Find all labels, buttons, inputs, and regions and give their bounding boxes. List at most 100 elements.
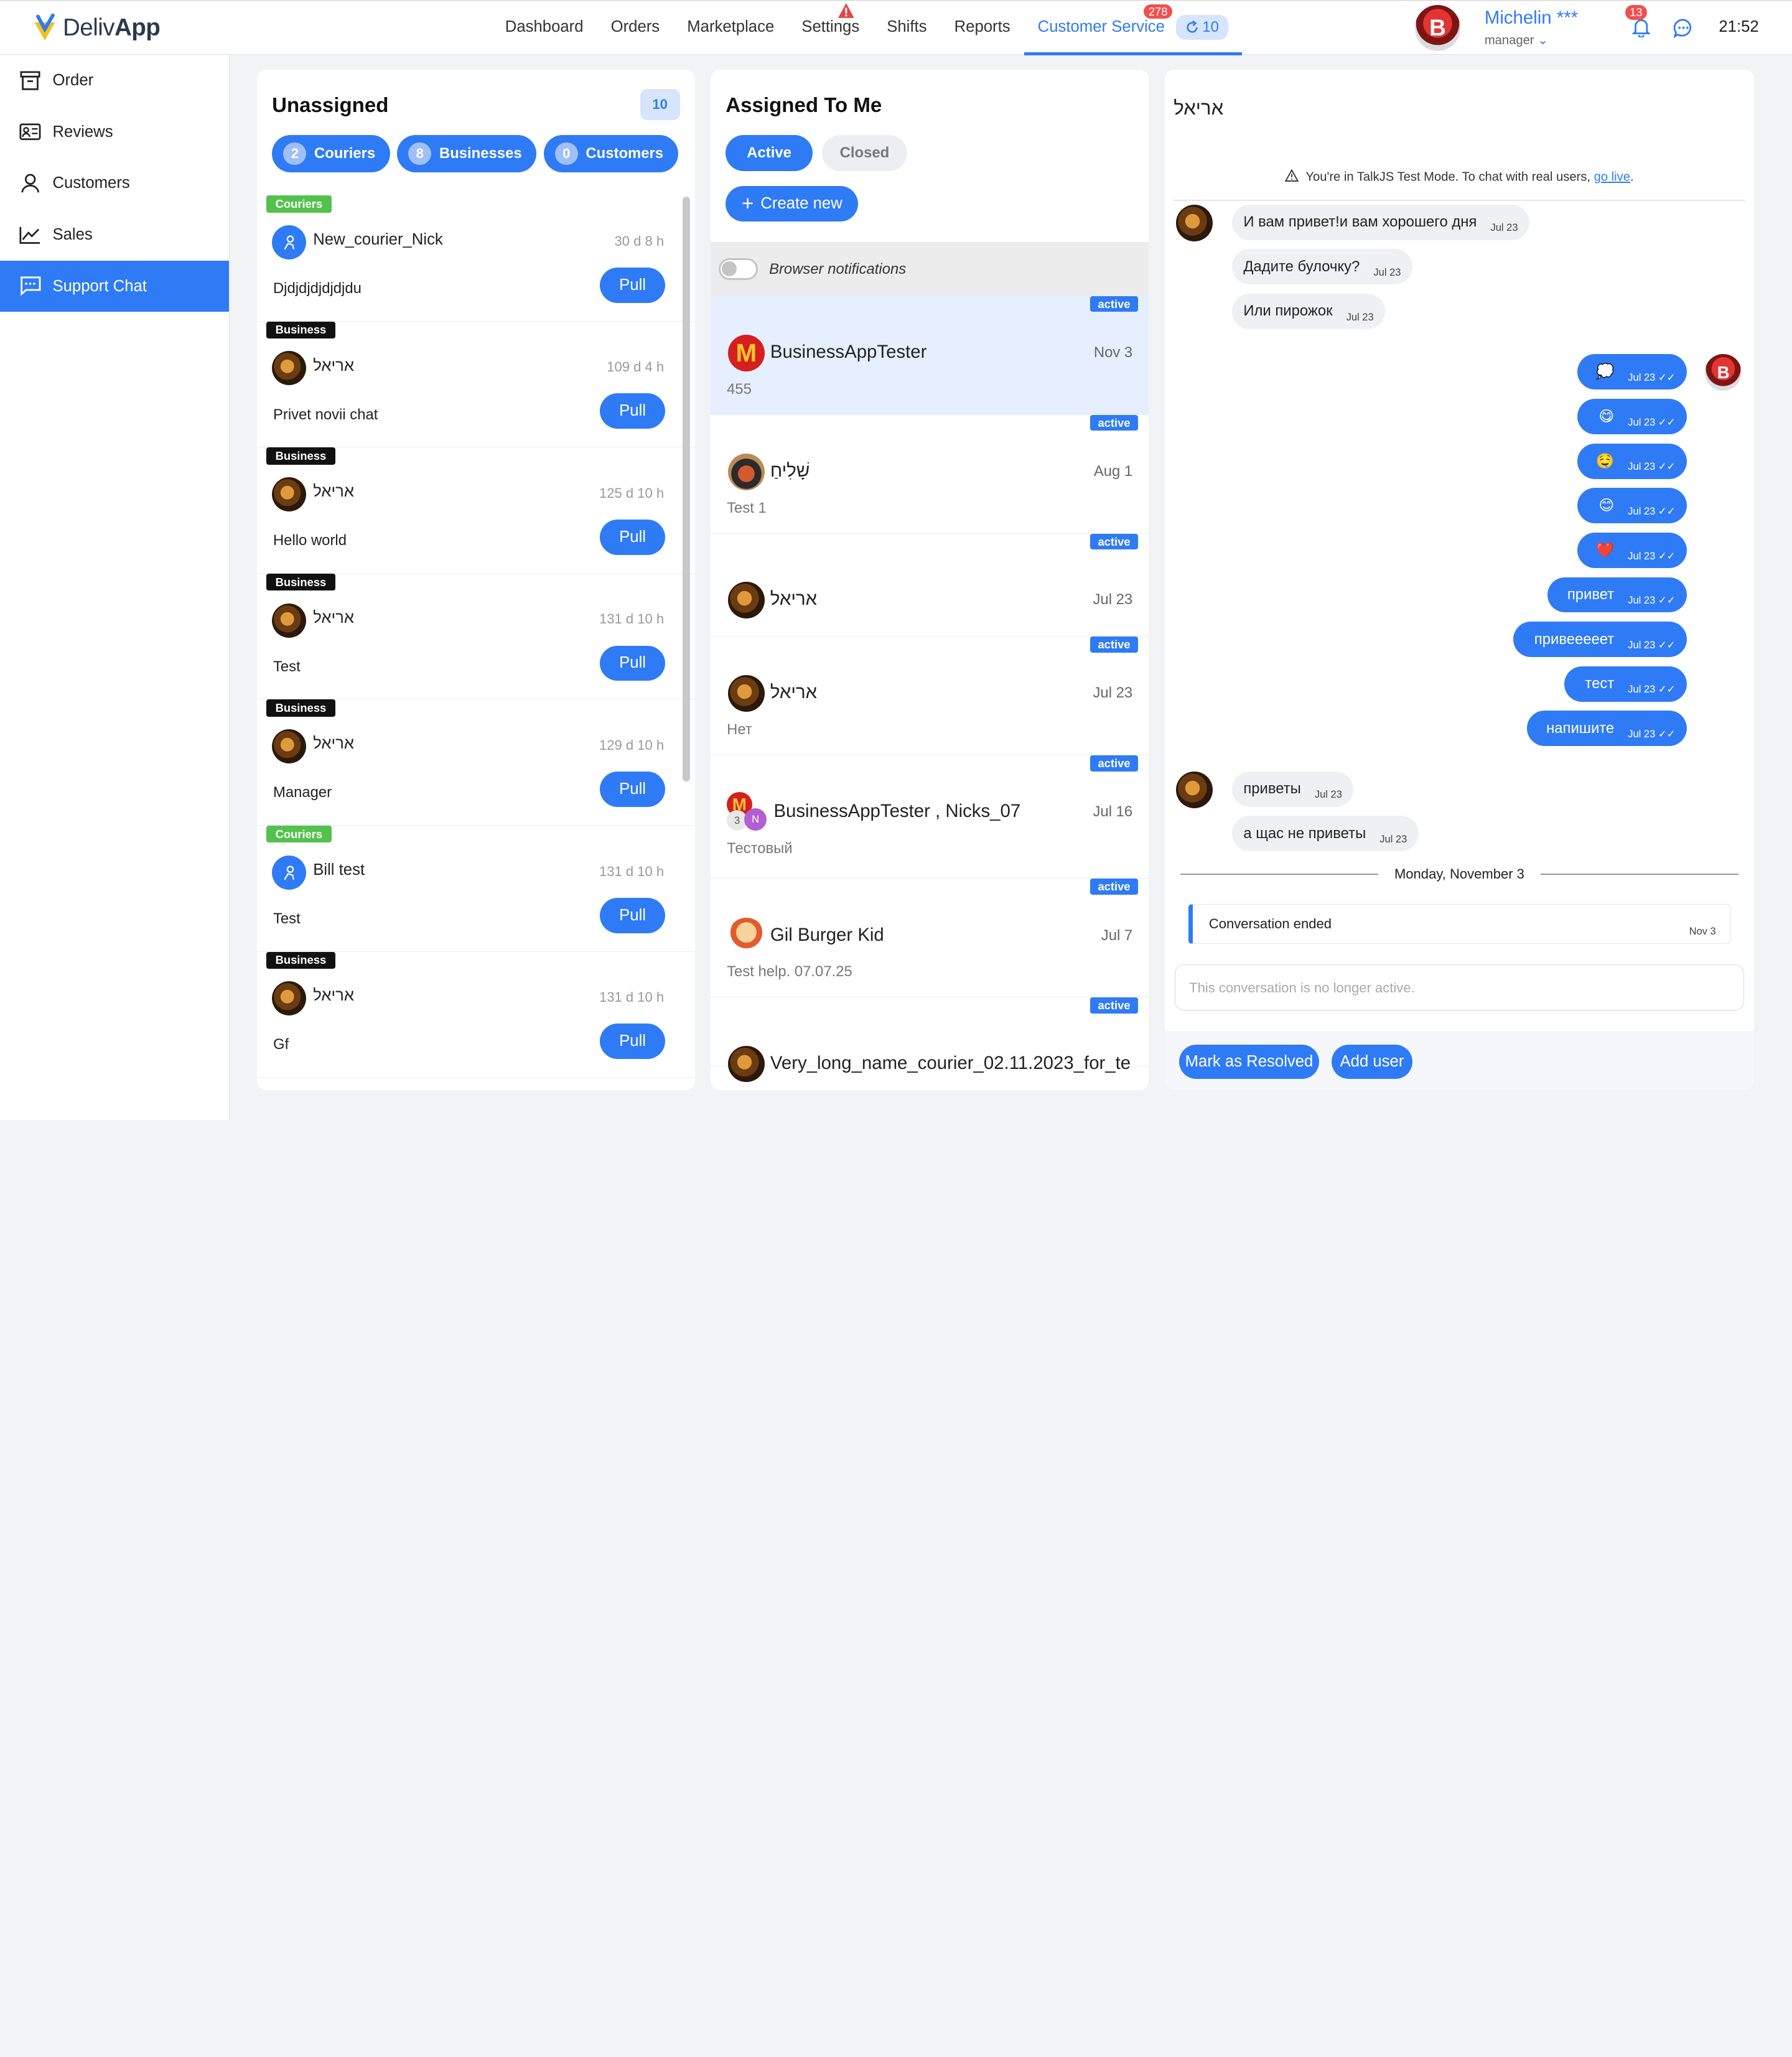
active-badge: active: [1090, 414, 1139, 431]
pull-button[interactable]: Pull: [600, 645, 665, 681]
unassigned-item[interactable]: Business אריאל 109 d 4 h Privet novii ch…: [257, 321, 695, 448]
filter-couriers[interactable]: 2 Couriers: [272, 134, 391, 173]
outgoing-message[interactable]: 💭 Jul 23 ✓✓: [1577, 354, 1687, 390]
sidebar-item-customers[interactable]: Customers: [0, 157, 229, 209]
unassigned-scrollbar[interactable]: [682, 196, 691, 782]
sidebar-item-reviews[interactable]: Reviews: [0, 106, 229, 158]
unassigned-panel: Unassigned 10 2 Couriers 8 Businesses 0 Cus…: [257, 70, 695, 1091]
sidebar-item-support-chat[interactable]: Support Chat: [0, 260, 230, 312]
message-time: Jul 23 ✓✓: [1628, 683, 1676, 696]
conversation-last-message: Test help. 07.07.25: [727, 963, 852, 981]
delivapp-logo[interactable]: DelivApp: [31, 12, 161, 44]
messages-button[interactable]: [1673, 18, 1694, 44]
conversation-ended-notice: Conversation ended Nov 3: [1188, 903, 1730, 945]
pull-button[interactable]: Pull: [600, 519, 665, 555]
plus-icon: +: [742, 192, 754, 215]
filter-customers[interactable]: 0 Customers: [543, 134, 678, 173]
pull-button[interactable]: Pull: [600, 393, 665, 429]
courier-avatar: [272, 225, 307, 259]
assigned-conversation[interactable]: active אריאל Jul 23 Нет: [711, 637, 1149, 756]
active-badge: active: [1090, 637, 1139, 653]
chat-panel: אריאל You're in TalkJS Test Mode. To cha…: [1164, 70, 1755, 1091]
incoming-message[interactable]: а щас не приветы Jul 23: [1231, 816, 1419, 852]
tab-active[interactable]: Active: [726, 134, 813, 172]
unassigned-title: Unassigned: [272, 93, 389, 117]
incoming-message[interactable]: Или пирожок Jul 23: [1231, 294, 1385, 329]
pull-button[interactable]: Pull: [600, 772, 665, 808]
user-name: Michelin ***: [1484, 7, 1579, 29]
item-name: New_courier_Nick: [313, 231, 443, 248]
nav-settings[interactable]: Settings: [788, 1, 873, 55]
pull-button[interactable]: Pull: [600, 267, 665, 303]
unassigned-item[interactable]: Business אריאל 131 d 10 h Test Pull: [257, 573, 695, 700]
assigned-conversation[interactable]: active Gil Burger Kid Jul 7 Test help. 0…: [711, 879, 1149, 998]
sidebar-item-order[interactable]: Order: [0, 55, 229, 106]
assigned-conversation[interactable]: active M 3 N BusinessAppTester , Nicks_0…: [711, 755, 1149, 879]
unassigned-item[interactable]: Couriers Bill test 131 d 10 h Test Pull: [257, 825, 695, 952]
unassigned-item[interactable]: Business אריאל 129 d 10 h Manager Pull: [257, 699, 695, 826]
active-badge: active: [1090, 879, 1139, 895]
filter-businesses[interactable]: 8 Businesses: [397, 134, 537, 173]
conversation-last-message: 455: [727, 380, 752, 398]
incoming-message[interactable]: приветы Jul 23: [1231, 771, 1354, 807]
outgoing-message[interactable]: привет Jul 23 ✓✓: [1547, 577, 1687, 613]
user-menu[interactable]: B Michelin *** manager ⌄: [1414, 1, 1578, 55]
outgoing-message[interactable]: 🤤 Jul 23 ✓✓: [1577, 443, 1687, 479]
my-avatar: B: [1705, 354, 1742, 391]
conversation-date: Jul 7: [1101, 926, 1133, 944]
assigned-conversation[interactable]: active אריאל Jul 23: [711, 533, 1149, 637]
assigned-conversation[interactable]: active Very_long_name_courier_02.11.2023…: [711, 997, 1149, 1083]
incoming-message[interactable]: Дадите булочку? Jul 23: [1231, 249, 1412, 285]
filter-label: Customers: [586, 145, 664, 162]
chat-title: אריאל: [1174, 97, 1224, 119]
message-time: Jul 23 ✓✓: [1628, 505, 1676, 517]
unassigned-item[interactable]: Business אריאל 131 d 10 h Gf Pull: [257, 951, 695, 1078]
chat-bubble-icon: [1673, 18, 1692, 38]
item-name: אריאל: [313, 357, 355, 375]
item-last-message: Djdjdjdjdjdjdu: [273, 279, 362, 297]
outgoing-message[interactable]: 😋 Jul 23 ✓✓: [1577, 399, 1687, 434]
nav-customer-service[interactable]: Customer Service 278 10: [1024, 1, 1242, 56]
tab-closed[interactable]: Closed: [821, 134, 908, 172]
go-live-link[interactable]: go live: [1594, 170, 1630, 184]
assigned-conversation[interactable]: active שָׁלִיחַ Aug 1 Test 1: [711, 414, 1149, 534]
message-time: Jul 23: [1379, 833, 1407, 846]
nav-marketplace[interactable]: Marketplace: [673, 1, 788, 55]
customer-service-pill: 10: [1176, 15, 1228, 40]
browser-notifications-toggle[interactable]: [719, 258, 758, 280]
sidebar-item-label: Reviews: [52, 123, 113, 141]
item-type-tag: Business: [266, 573, 335, 591]
conversation-avatar: [727, 454, 765, 490]
message-time: Jul 23: [1373, 266, 1401, 279]
outgoing-message[interactable]: ❤️ Jul 23 ✓✓: [1577, 532, 1687, 568]
unassigned-item[interactable]: Business אריאל 125 d 10 h Hello world Pu…: [257, 447, 695, 574]
nav-reports[interactable]: Reports: [941, 1, 1024, 55]
outgoing-message[interactable]: тест Jul 23 ✓✓: [1564, 666, 1687, 702]
unassigned-item[interactable]: Couriers New_courier_Nick 30 d 8 h Djdjd…: [257, 195, 695, 322]
create-new-button[interactable]: + Create new: [726, 186, 859, 222]
message-text: напишите: [1546, 719, 1615, 737]
notifications-button[interactable]: 13: [1625, 5, 1651, 42]
day-separator-label: Monday, November 3: [1394, 866, 1524, 882]
warning-icon: [838, 2, 854, 18]
business-avatar: [272, 477, 307, 512]
conversation-date: Jul 16: [1093, 803, 1133, 821]
outgoing-message[interactable]: 😊 Jul 23 ✓✓: [1577, 488, 1687, 524]
assigned-conversation[interactable]: active M BusinessAppTester Nov 3 455: [711, 296, 1149, 415]
message-text: ❤️: [1595, 541, 1615, 559]
business-avatar: [272, 603, 307, 638]
filter-count: 0: [554, 142, 578, 166]
clock: 21:52: [1719, 17, 1759, 35]
add-user-button[interactable]: Add user: [1331, 1044, 1413, 1079]
nav-orders[interactable]: Orders: [597, 1, 674, 55]
nav-shifts[interactable]: Shifts: [873, 1, 940, 55]
business-avatar: [272, 981, 307, 1016]
pull-button[interactable]: Pull: [600, 1024, 665, 1060]
mark-as-resolved-button[interactable]: Mark as Resolved: [1179, 1044, 1319, 1079]
incoming-message[interactable]: И вам привет!и вам хорошего дня Jul 23: [1231, 204, 1529, 240]
nav-dashboard[interactable]: Dashboard: [492, 1, 597, 55]
pull-button[interactable]: Pull: [600, 897, 665, 933]
sidebar-item-sales[interactable]: Sales: [0, 209, 229, 261]
outgoing-message[interactable]: привееееет Jul 23 ✓✓: [1513, 622, 1687, 658]
outgoing-message[interactable]: напишите Jul 23 ✓✓: [1526, 711, 1687, 747]
